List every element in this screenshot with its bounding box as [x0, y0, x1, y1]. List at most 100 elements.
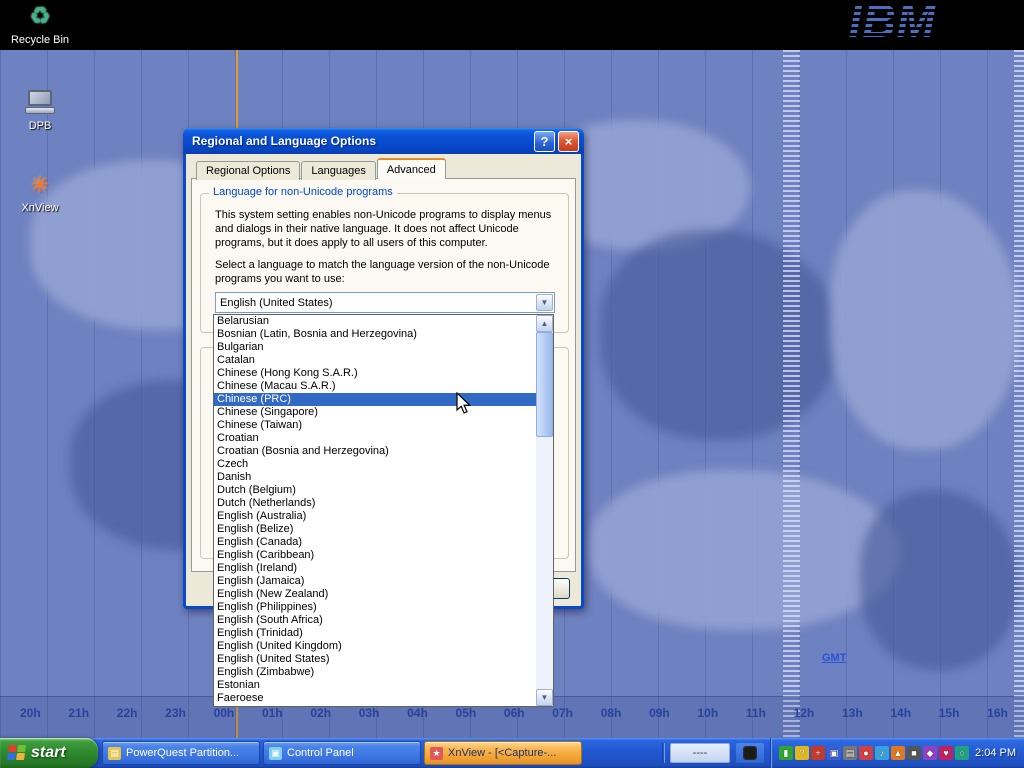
dropdown-item[interactable]: English (Australia) — [214, 510, 536, 523]
tray-icon-7[interactable]: ♪ — [875, 746, 889, 760]
desktop-icon-xnview[interactable]: ✳ XnView — [8, 170, 72, 214]
tray-icon-9[interactable]: ■ — [907, 746, 921, 760]
mouse-cursor — [455, 392, 473, 421]
map-shape — [590, 470, 900, 630]
dropdown-item[interactable]: Catalan — [214, 354, 536, 367]
scrollbar-up-icon[interactable]: ▲ — [536, 315, 553, 332]
gmt-label: GMT — [822, 652, 846, 664]
dropdown-item[interactable]: English (United Kingdom) — [214, 640, 536, 653]
task-label: Control Panel — [287, 747, 354, 759]
dropdown-item[interactable]: Belarusian — [214, 315, 536, 328]
dropdown-item[interactable]: Estonian — [214, 679, 536, 692]
dialog-title: Regional and Language Options — [192, 134, 531, 148]
dropdown-item[interactable]: Dutch (Netherlands) — [214, 497, 536, 510]
dropdown-item[interactable]: Chinese (Macau S.A.R.) — [214, 380, 536, 393]
hour-label: 14h — [890, 706, 911, 720]
desktop-icon-label: XnView — [8, 202, 72, 214]
recycle-bin-icon: ♻ — [25, 2, 55, 32]
language-dropdown-list: BelarusianBosnian (Latin, Bosnia and Her… — [213, 314, 554, 707]
tray-icon-5[interactable]: ▤ — [843, 746, 857, 760]
dropdown-item[interactable]: Croatian — [214, 432, 536, 445]
dropdown-item[interactable]: English (New Zealand) — [214, 588, 536, 601]
hour-label: 07h — [552, 706, 573, 720]
hour-label: 16h — [987, 706, 1008, 720]
dialog-titlebar[interactable]: Regional and Language Options ? × — [183, 128, 584, 154]
dropdown-item[interactable]: English (South Africa) — [214, 614, 536, 627]
hour-label: 23h — [165, 706, 186, 720]
flag-pane — [8, 745, 17, 752]
hour-label: 12h — [794, 706, 815, 720]
dropdown-item[interactable]: English (Philippines) — [214, 601, 536, 614]
tab-languages[interactable]: Languages — [301, 161, 375, 180]
dropdown-item[interactable]: Czech — [214, 458, 536, 471]
hour-label: 08h — [601, 706, 622, 720]
taskbar-divider — [662, 743, 665, 763]
map-shape — [600, 230, 840, 440]
tray-icon-11[interactable]: ♥ — [939, 746, 953, 760]
dropdown-item[interactable]: English (Jamaica) — [214, 575, 536, 588]
description-text: This system setting enables non-Unicode … — [215, 208, 555, 250]
dropdown-item[interactable]: English (Belize) — [214, 523, 536, 536]
taskbar-shortcut-icon — [743, 746, 757, 760]
dropdown-item[interactable]: Danish — [214, 471, 536, 484]
hour-label: 06h — [504, 706, 525, 720]
desktop-icon-label: Recycle Bin — [8, 34, 72, 46]
dropdown-item[interactable]: Faeroese — [214, 692, 536, 705]
tray-icon-6[interactable]: ● — [859, 746, 873, 760]
tray-icon-12[interactable]: ○ — [955, 746, 969, 760]
desktop-icon-dpb[interactable]: DPB — [8, 88, 72, 132]
dropdown-item[interactable]: Bulgarian — [214, 341, 536, 354]
hour-label: 04h — [407, 706, 428, 720]
help-button[interactable]: ? — [534, 131, 555, 152]
tray-icon-8[interactable]: ▲ — [891, 746, 905, 760]
dropdown-item[interactable]: Chinese (PRC) — [214, 393, 536, 406]
taskbar-shortcut[interactable] — [736, 743, 764, 763]
language-combobox[interactable]: English (United States) ▼ — [215, 292, 555, 313]
tray-icon-4[interactable]: ▣ — [827, 746, 841, 760]
tab-advanced[interactable]: Advanced — [377, 158, 446, 179]
tab-regional-options[interactable]: Regional Options — [196, 161, 300, 180]
dropdown-item[interactable]: Chinese (Hong Kong S.A.R.) — [214, 367, 536, 380]
instruction-text: Select a language to match the language … — [215, 258, 555, 286]
hour-label: 15h — [939, 706, 960, 720]
dropdown-item[interactable]: English (Canada) — [214, 536, 536, 549]
task-powerquest[interactable]: ▤ PowerQuest Partition... — [102, 741, 260, 765]
task-icon: ▤ — [108, 747, 121, 760]
dropdown-item[interactable]: English (United States) — [214, 653, 536, 666]
combobox-dropdown-icon[interactable]: ▼ — [536, 294, 553, 311]
dropdown-item[interactable]: English (Zimbabwe) — [214, 666, 536, 679]
dropdown-item[interactable]: Dutch (Belgium) — [214, 484, 536, 497]
scrollbar-down-icon[interactable]: ▼ — [536, 689, 553, 706]
hour-label: 11h — [746, 706, 766, 720]
scrollbar[interactable]: ▲ ▼ — [536, 315, 553, 706]
dropdown-item[interactable]: Chinese (Singapore) — [214, 406, 536, 419]
dropdown-item[interactable]: English (Ireland) — [214, 562, 536, 575]
tray-icon-10[interactable]: ◆ — [923, 746, 937, 760]
task-xnview[interactable]: ★ XnView - [<Capture-... — [424, 741, 582, 765]
taskbar-toolbar[interactable]: ---- — [670, 743, 730, 763]
desktop: 20h21h22h23h00h01h02h03h04h05h06h07h08h0… — [0, 0, 1024, 768]
dropdown-item[interactable]: Chinese (Taiwan) — [214, 419, 536, 432]
clock[interactable]: 2:04 PM — [975, 747, 1016, 759]
map-shape — [860, 490, 1020, 670]
task-label: PowerQuest Partition... — [126, 747, 239, 759]
task-control-panel[interactable]: ▣ Control Panel — [263, 741, 421, 765]
hour-label: 10h — [697, 706, 718, 720]
tray-icons: ▮?+▣▤●♪▲■◆♥○ — [779, 746, 969, 760]
tray-icon-2[interactable]: ? — [795, 746, 809, 760]
hour-label: 13h — [842, 706, 863, 720]
start-button[interactable]: start — [0, 738, 98, 768]
tray-icon-1[interactable]: ▮ — [779, 746, 793, 760]
xnview-icon: ✳ — [25, 170, 55, 200]
flag-pane — [7, 753, 16, 760]
scrollbar-thumb[interactable] — [536, 332, 553, 437]
desktop-icon-recycle-bin[interactable]: ♻ Recycle Bin — [8, 2, 72, 46]
close-button[interactable]: × — [558, 131, 579, 152]
tray-icon-3[interactable]: + — [811, 746, 825, 760]
hour-label: 09h — [649, 706, 670, 720]
ibm-logo-stripes — [814, 0, 944, 50]
dropdown-item[interactable]: Croatian (Bosnia and Herzegovina) — [214, 445, 536, 458]
dropdown-item[interactable]: Bosnian (Latin, Bosnia and Herzegovina) — [214, 328, 536, 341]
dropdown-item[interactable]: English (Trinidad) — [214, 627, 536, 640]
dropdown-item[interactable]: English (Caribbean) — [214, 549, 536, 562]
